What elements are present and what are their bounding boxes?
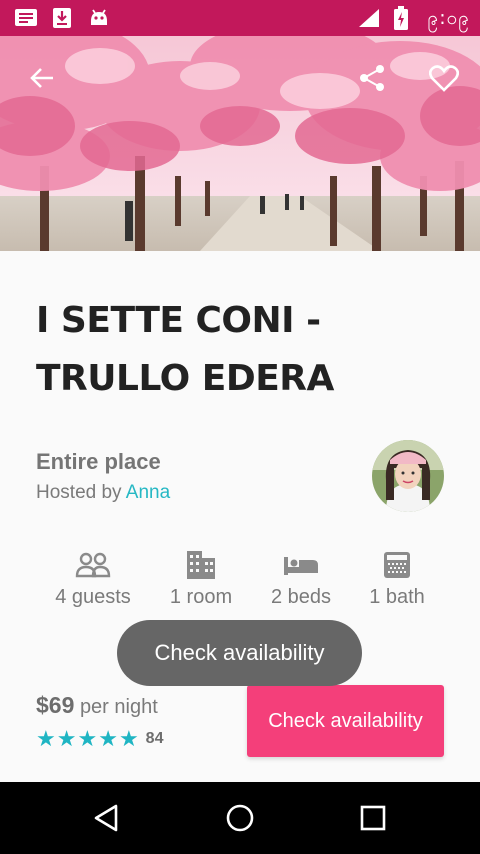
listing-screen: ၉:၀၉ I SETTE CONI - TRULLO EDERA Entire … [0, 0, 480, 854]
guests-icon [40, 548, 146, 582]
cherry-blossom-photo [0, 36, 480, 251]
share-button[interactable] [352, 58, 392, 98]
review-count: 84 [145, 730, 164, 747]
check-availability-button[interactable]: Check availability [247, 685, 444, 757]
amenity-label: 4 guests [55, 586, 131, 608]
star-icon: ★ [118, 726, 139, 751]
amenity-label: 1 room [169, 586, 233, 608]
bed-icon [248, 548, 354, 582]
nav-recents-button[interactable] [353, 800, 393, 836]
android-icon [88, 7, 110, 34]
price-amount: $69 [36, 692, 75, 718]
price-unit: per night [79, 696, 158, 718]
nav-back-button[interactable] [86, 800, 126, 836]
host-avatar[interactable] [372, 440, 444, 512]
hosted-by-prefix: Hosted by [36, 482, 122, 503]
amenity-beds: 2 beds [248, 548, 354, 609]
hero-image [0, 36, 480, 251]
amenity-baths: 1 bath [344, 548, 450, 609]
share-icon [360, 65, 384, 91]
triangle-back-icon [94, 804, 118, 832]
square-recents-icon [360, 805, 386, 831]
system-nav-bar [0, 782, 480, 854]
room-icon [148, 548, 254, 582]
place-type: Entire place [36, 449, 161, 474]
heart-outline-icon [429, 65, 459, 92]
amenity-rooms: 1 room [148, 548, 254, 609]
bath-icon [344, 548, 450, 582]
circle-home-icon [226, 804, 254, 832]
amenity-label: 2 beds [270, 586, 332, 608]
price: $69 per night [36, 692, 158, 719]
star-icon: ★ [36, 726, 56, 751]
back-button[interactable] [22, 58, 62, 98]
status-time: ၉:၀၉ [427, 7, 470, 29]
star-icon: ★ [77, 726, 98, 751]
star-icon: ★ [56, 726, 77, 751]
avatar-photo [372, 440, 444, 512]
toast-message: Check availability [117, 620, 362, 686]
star-icon: ★ [98, 726, 118, 751]
host-name-link[interactable]: Anna [126, 482, 170, 503]
download-icon [52, 7, 72, 34]
arrow-left-icon [30, 68, 53, 88]
message-icon [14, 7, 38, 34]
amenity-guests: 4 guests [40, 548, 146, 609]
status-bar: ၉:၀၉ [0, 0, 480, 36]
listing-title: I SETTE CONI - TRULLO EDERA [36, 300, 334, 399]
rating: ★ ★ ★ ★ ★ 84 [36, 728, 163, 750]
nav-home-button[interactable] [220, 800, 260, 836]
amenity-label: 1 bath [369, 586, 425, 608]
battery-charging-icon [394, 6, 408, 35]
favorite-button[interactable] [424, 58, 464, 98]
signal-icon [358, 8, 380, 33]
hosted-by: Hosted by Anna [36, 482, 170, 504]
